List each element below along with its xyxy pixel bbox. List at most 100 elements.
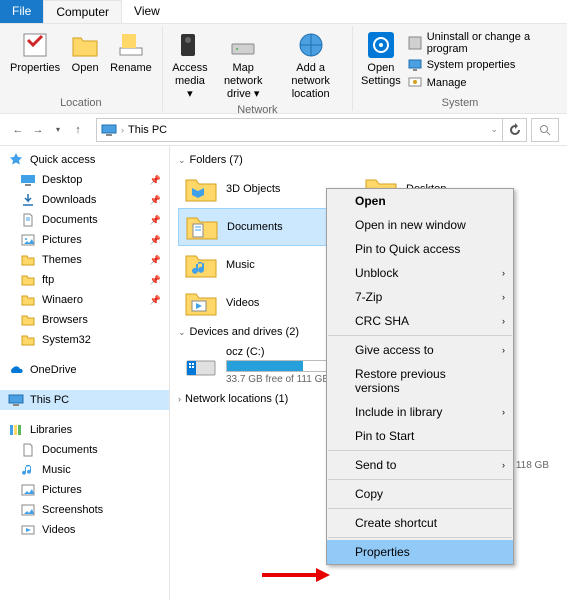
nav-this-pc[interactable]: This PC [0,390,169,410]
nav-lib-videos-label: Videos [42,524,75,536]
folder-icon [184,250,218,280]
nav-downloads[interactable]: Downloads📌 [0,190,169,210]
ribbon-location-label: Location [6,97,156,109]
ribbon-open-settings[interactable]: Open Settings [359,28,403,90]
ctx-open-new[interactable]: Open in new window [327,213,513,237]
chevron-right-icon: › [502,345,505,355]
ctx-7zip[interactable]: 7-Zip› [327,285,513,309]
tab-file[interactable]: File [0,0,43,23]
nav-up[interactable]: ↑ [68,120,88,140]
chevron-right-icon: › [502,460,505,470]
nav-history[interactable]: ▾ [48,120,68,140]
ctx-give-access[interactable]: Give access to› [327,338,513,362]
ribbon-rename[interactable]: Rename [106,28,156,77]
ribbon-open-settings-label: Open Settings [361,62,401,88]
ctx-pin-quick[interactable]: Pin to Quick access [327,237,513,261]
ribbon-add-location[interactable]: Add a network location [275,28,346,104]
ctx-restore[interactable]: Restore previous versions [327,362,513,400]
folder-icon [20,332,36,348]
pin-icon: 📌 [150,175,161,186]
navigation-pane: Quick access Desktop 📌 Downloads📌 Documen… [0,146,170,600]
ctx-open[interactable]: Open [327,189,513,213]
ctx-pin-start[interactable]: Pin to Start [327,424,513,448]
nav-onedrive[interactable]: OneDrive [0,360,169,380]
nav-ftp[interactable]: ftp📌 [0,270,169,290]
ribbon-access-media[interactable]: Access media ▾ [169,28,211,104]
nav-documents[interactable]: Documents📌 [0,210,169,230]
pc-icon [8,392,24,408]
manage-icon [407,75,423,91]
pin-icon: 📌 [150,235,161,246]
documents-icon [20,212,36,228]
ribbon-properties[interactable]: Properties [6,28,64,77]
nav-lib-docs-label: Documents [42,444,98,456]
nav-lib-pics[interactable]: Pictures [0,480,169,500]
folder-icon [185,212,219,242]
nav-libraries-label: Libraries [30,424,72,436]
context-menu: Open Open in new window Pin to Quick acc… [326,188,514,565]
ctx-shortcut[interactable]: Create shortcut [327,511,513,535]
ribbon-map-drive[interactable]: Map network drive ▾ [211,28,275,104]
ctx-unblock[interactable]: Unblock› [327,261,513,285]
rename-icon [116,30,146,60]
nav-lib-pics-label: Pictures [42,484,82,496]
nav-browsers-label: Browsers [42,314,88,326]
nav-lib-videos[interactable]: Videos [0,520,169,540]
documents-icon [20,442,36,458]
folder-label: Documents [227,221,283,233]
drive-name: ocz (C:) [226,346,336,358]
ctx-include-lib[interactable]: Include in library› [327,400,513,424]
nav-themes[interactable]: Themes📌 [0,250,169,270]
nav-lib-ss[interactable]: Screenshots [0,500,169,520]
nav-back[interactable]: ← [8,120,28,140]
drive-capacity-bar [226,360,336,372]
ribbon-system-label: System [359,97,561,109]
nav-themes-label: Themes [42,254,82,266]
tab-view[interactable]: View [122,0,172,23]
nav-libraries[interactable]: Libraries [0,420,169,440]
nav-quick-access[interactable]: Quick access [0,150,169,170]
nav-desktop-label: Desktop [42,174,82,186]
section-folders[interactable]: ⌄Folders (7) [178,150,559,170]
ribbon-uninstall[interactable]: Uninstall or change a program [407,30,557,56]
nav-pictures[interactable]: Pictures📌 [0,230,169,250]
nav-browsers[interactable]: Browsers [0,310,169,330]
nav-winaero[interactable]: Winaero📌 [0,290,169,310]
nav-winaero-label: Winaero [42,294,83,306]
ribbon-manage[interactable]: Manage [407,74,557,92]
address-bar[interactable]: › This PC ⌄ [96,118,503,142]
ribbon-open[interactable]: Open [64,28,106,77]
globe-icon [296,30,326,60]
chevron-right-icon: › [502,268,505,278]
nav-lib-music[interactable]: Music [0,460,169,480]
ribbon-open-label: Open [72,62,99,75]
videos-icon [20,522,36,538]
nav-system32[interactable]: System32 [0,330,169,350]
search-box[interactable] [531,118,559,142]
ctx-crc[interactable]: CRC SHA› [327,309,513,333]
chevron-down-icon: ⌄ [178,327,186,338]
chevron-down-icon[interactable]: ⌄ [490,124,498,135]
tab-computer[interactable]: Computer [43,0,122,23]
nav-forward[interactable]: → [28,120,48,140]
nav-system32-label: System32 [42,334,91,346]
refresh-button[interactable] [503,118,527,142]
monitor-icon [407,57,423,73]
ctx-send-to[interactable]: Send to› [327,453,513,477]
chevron-right-icon: › [502,316,505,326]
nav-desktop[interactable]: Desktop 📌 [0,170,169,190]
ctx-copy[interactable]: Copy [327,482,513,506]
drive-icon [184,351,218,381]
chevron-right-icon: › [178,394,181,404]
chevron-right-icon: › [502,407,505,417]
pc-icon [101,122,117,138]
ctx-7zip-label: 7-Zip [355,290,382,304]
ribbon-properties-label: Properties [10,62,60,75]
nav-lib-docs[interactable]: Documents [0,440,169,460]
red-arrow-annotation [262,566,332,584]
address-path: This PC [128,124,167,136]
properties-icon [20,30,50,60]
ctx-properties[interactable]: Properties [327,540,513,564]
music-icon [20,462,36,478]
ribbon-sys-props[interactable]: System properties [407,56,557,74]
